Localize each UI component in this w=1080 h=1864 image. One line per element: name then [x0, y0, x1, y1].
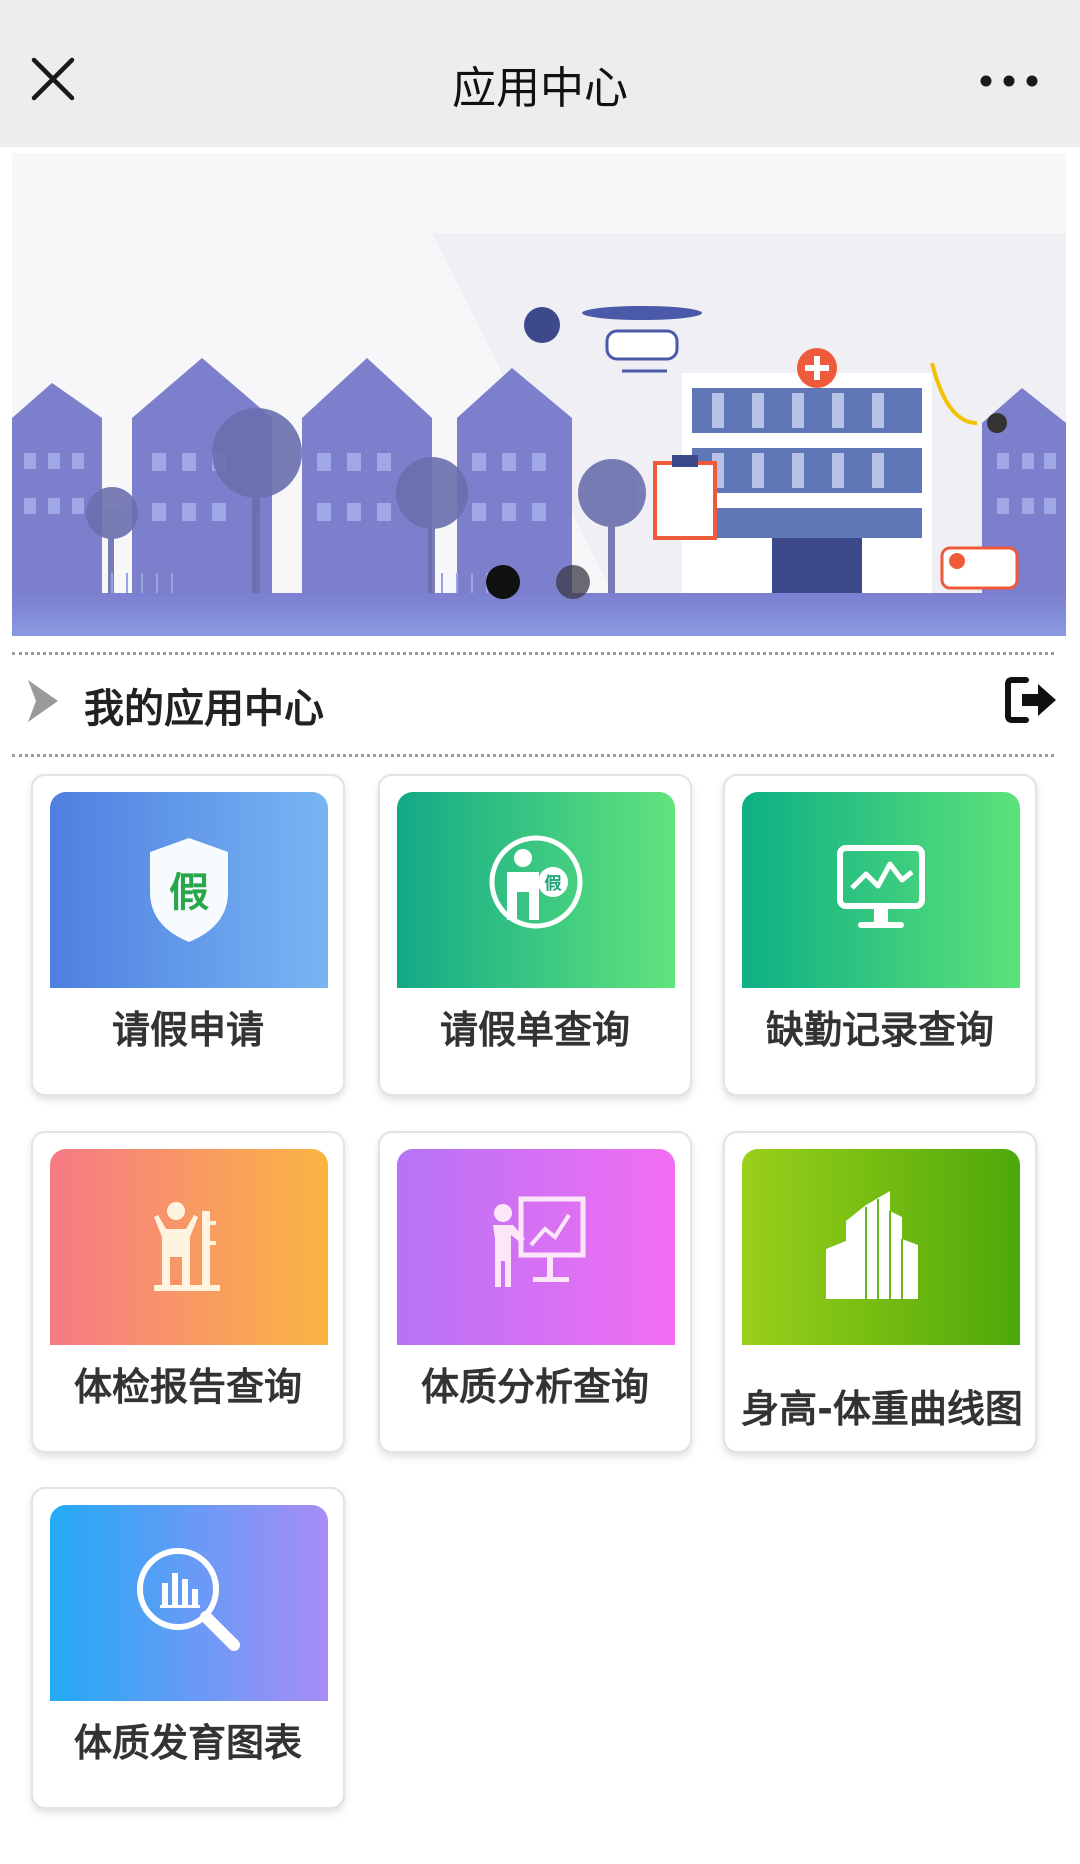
app-label: 缺勤记录查询 — [765, 1008, 994, 1052]
monitor-chart-icon — [837, 845, 925, 928]
carousel-dot[interactable] — [556, 565, 590, 599]
app-card-height-weight-curve[interactable]: 身高-体重曲线图 — [723, 1131, 1037, 1453]
app-label: 请假单查询 — [439, 1008, 630, 1052]
chevron-right-icon — [28, 680, 58, 722]
app-card-absence-query[interactable]: 缺勤记录查询 — [723, 774, 1037, 1096]
app-label: 身高-体重曲线图 — [741, 1387, 1023, 1431]
more-options-icon[interactable] — [974, 56, 1044, 106]
page-title: 应用中心 — [452, 63, 628, 114]
app-tile: 假 — [397, 792, 675, 988]
app-tile — [50, 1505, 328, 1701]
section-header: 我的应用中心 — [12, 656, 1066, 748]
section-title: 我的应用中心 — [84, 686, 324, 732]
divider — [12, 652, 1054, 655]
banner-carousel[interactable] — [12, 153, 1066, 636]
carousel-dot-active[interactable] — [486, 565, 520, 599]
app-tile — [742, 792, 1020, 988]
app-card-leave-query[interactable]: 假 请假单查询 — [378, 774, 692, 1096]
app-tile — [50, 1149, 328, 1345]
presentation-icon — [493, 1196, 586, 1287]
app-card-physical-exam-report[interactable]: 体检报告查询 — [31, 1131, 345, 1453]
top-navigation-bar: 应用中心 — [0, 0, 1080, 147]
buildings-icon — [826, 1191, 918, 1299]
app-tile: 假 — [50, 792, 328, 988]
leave-char: 假 — [169, 870, 209, 916]
app-card-development-chart[interactable]: 体质发育图表 — [31, 1487, 345, 1809]
app-label: 请假申请 — [111, 1008, 264, 1052]
logout-icon[interactable] — [1004, 674, 1060, 726]
person-leave-icon: 假 — [489, 835, 583, 929]
hospital-banner-illustration — [12, 153, 1066, 636]
app-card-physique-analysis[interactable]: 体质分析查询 — [378, 1131, 692, 1453]
divider — [12, 754, 1054, 757]
carousel-indicator — [12, 565, 1066, 605]
height-measure-icon — [154, 1202, 220, 1291]
magnifier-chart-icon — [137, 1548, 240, 1651]
app-label: 体质分析查询 — [420, 1365, 649, 1409]
leave-shield-icon: 假 — [150, 838, 228, 942]
app-label: 体质发育图表 — [73, 1721, 302, 1765]
app-card-leave-application[interactable]: 假 请假申请 — [31, 774, 345, 1096]
app-tile — [742, 1149, 1020, 1345]
app-label: 体检报告查询 — [73, 1365, 302, 1409]
leave-char-small: 假 — [545, 873, 562, 894]
app-tile — [397, 1149, 675, 1345]
